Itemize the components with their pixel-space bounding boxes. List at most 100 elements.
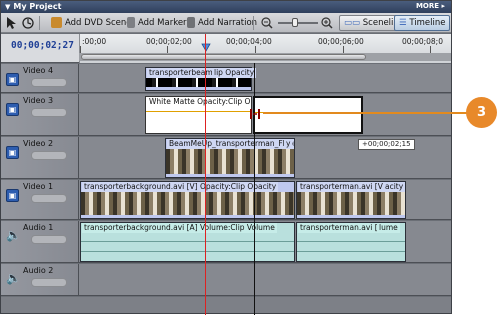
add-narration-button[interactable]: Add Narration — [187, 16, 257, 30]
clip-white-matte[interactable]: White Matte Opacity:Clip Opacity — [145, 96, 252, 134]
trim-cursor-icon — [250, 109, 260, 119]
track-controls[interactable] — [31, 278, 67, 287]
video-track-icon[interactable]: ▣ — [6, 73, 19, 86]
track-controls[interactable] — [31, 151, 67, 160]
video-track-icon[interactable]: ▣ — [6, 189, 19, 202]
clip-opacity-label: acity — [383, 182, 406, 192]
toolbar-separator — [39, 16, 40, 30]
track-name: Video 3 — [23, 96, 54, 105]
ruler-label: 00;00;02;00 — [146, 37, 192, 46]
add-narration-label: Add Narration — [198, 18, 258, 28]
add-dvd-scene-label: Add DVD Scene — [65, 18, 132, 28]
track-name: Video 1 — [23, 182, 54, 191]
track-name: Video 4 — [23, 66, 54, 75]
clip-label: transporterbackground.avi [V] Opacity:Cl… — [82, 182, 279, 192]
microphone-icon — [187, 17, 195, 28]
track-controls[interactable] — [31, 108, 67, 117]
zoom-in-icon[interactable] — [321, 16, 333, 30]
video-track-icon[interactable]: ▣ — [6, 146, 19, 159]
clip-volume-label: lume — [377, 223, 400, 233]
current-time-line — [205, 34, 206, 315]
add-marker-button[interactable]: Add Marker — [127, 16, 187, 30]
ruler-label: :00;00 — [82, 37, 107, 46]
clip-transporterbackground-audio[interactable]: transporterbackground.avi [A] Volume:Cli… — [80, 222, 295, 262]
track-header: Video 2 ▣ — [1, 137, 79, 179]
timeline-button[interactable]: ☰ Timeline — [394, 15, 451, 31]
zoom-out-icon[interactable] — [261, 16, 273, 30]
window-title-text: My Project — [13, 2, 62, 11]
ruler-label: 00;00;08;0 — [402, 37, 443, 46]
ruler-label: 00;00;04;00 — [226, 37, 272, 46]
clip-label: BeamMeUp_transporterman_FF.bmp — [167, 139, 294, 149]
opacity-keyframe-line[interactable] — [146, 111, 251, 112]
time-stretch-tool-icon[interactable] — [21, 16, 35, 30]
toolbar: Add DVD Scene Add Marker Add Narration ▭… — [1, 13, 451, 33]
track-body: White Matte Opacity:Clip Opacity — [79, 94, 451, 136]
track-video-3: Video 3 ▣ White Matte Opacity:Clip Opaci… — [1, 94, 451, 136]
more-menu-button[interactable]: MORE ▸ — [416, 2, 445, 10]
track-body: transporterbackground.avi [V] Opacity:Cl… — [79, 180, 451, 220]
clip-opacity-label: y — [284, 139, 293, 149]
clip-label: transporterbackground.avi [A] Volume:Cli… — [82, 223, 277, 233]
track-controls[interactable] — [31, 78, 67, 87]
track-video-4: Video 4 ▣ transporterbeam.avi lip Opacit… — [1, 64, 451, 93]
ruler-label: 00;00;06;00 — [318, 37, 364, 46]
zoom-slider-track[interactable] — [278, 22, 318, 24]
track-name: Audio 1 — [23, 223, 54, 232]
timeline-label: Timeline — [409, 18, 446, 28]
track-body — [79, 264, 451, 296]
track-header: Video 3 ▣ — [1, 94, 79, 136]
track-audio-2: Audio 2 🔈 — [1, 264, 451, 296]
clip-thumbnails — [297, 192, 405, 215]
marker-icon — [127, 17, 135, 28]
toolbar-separator — [253, 16, 254, 30]
track-header: Video 4 ▣ — [1, 64, 79, 93]
track-header: Audio 1 🔈 — [1, 221, 79, 263]
audio-waveform — [297, 251, 405, 252]
track-body: transporterbackground.avi [A] Volume:Cli… — [79, 221, 451, 263]
current-time-indicator-icon[interactable] — [201, 43, 211, 53]
callout-line — [263, 112, 471, 114]
track-controls[interactable] — [31, 194, 67, 203]
track-header: Audio 2 🔈 — [1, 264, 79, 296]
clip-thumbnails — [146, 78, 251, 87]
video-track-icon[interactable]: ▣ — [6, 103, 19, 116]
window-title: ▼ My Project — [5, 2, 61, 11]
collapse-triangle-icon[interactable]: ▼ — [5, 3, 10, 11]
track-body: transporterbeam.avi lip Opacity — [79, 64, 451, 93]
track-audio-1: Audio 1 🔈 transporterbackground.avi [A] … — [1, 221, 451, 263]
sceneline-icon: ▭▭ — [344, 18, 361, 28]
clip-white-matte-selected[interactable] — [253, 96, 363, 134]
track-video-1: Video 1 ▣ transporterbackground.avi [V] … — [1, 180, 451, 220]
clip-thumbnails — [166, 149, 294, 174]
speaker-icon[interactable]: 🔈 — [6, 229, 21, 243]
trim-position-line — [254, 63, 255, 315]
track-controls[interactable] — [31, 235, 67, 244]
track-header: Video 1 ▣ — [1, 180, 79, 220]
timeline-scrollbar-thumb[interactable] — [81, 54, 366, 60]
title-bar: ▼ My Project MORE ▸ — [1, 1, 451, 13]
trim-offset-tooltip: +00;00;02;15 — [358, 139, 415, 150]
more-label: MORE — [415, 2, 440, 10]
audio-waveform — [297, 241, 405, 242]
zoom-slider-thumb[interactable] — [292, 18, 298, 27]
clip-opacity-label: lip Opacity — [212, 68, 257, 78]
clip-label: transporterman.avi [A] — [298, 223, 388, 233]
clip-transporterbackground-video[interactable]: transporterbackground.avi [V] Opacity:Cl… — [80, 181, 295, 219]
selection-tool-icon[interactable] — [5, 16, 17, 30]
track-name: Audio 2 — [23, 266, 54, 275]
clip-label: transporterman.avi [V] — [298, 182, 388, 192]
add-dvd-scene-button[interactable]: Add DVD Scene — [51, 16, 132, 30]
timeline-icon: ☰ — [399, 18, 407, 28]
speaker-icon[interactable]: 🔈 — [6, 272, 21, 286]
audio-waveform — [81, 251, 294, 252]
add-marker-label: Add Marker — [138, 18, 187, 28]
clip-label: White Matte Opacity:Clip Opacity — [147, 97, 251, 107]
dvd-scene-icon — [51, 17, 62, 28]
current-timecode[interactable]: 00;00;02;27 — [11, 40, 74, 51]
audio-waveform — [81, 241, 294, 242]
clip-beammeup[interactable]: BeamMeUp_transporterman_FF.bmp — [165, 138, 295, 178]
track-name: Video 2 — [23, 139, 54, 148]
empty-track-area — [1, 297, 451, 313]
project-window: ▼ My Project MORE ▸ Add DVD Scene Add Mar… — [0, 0, 452, 315]
